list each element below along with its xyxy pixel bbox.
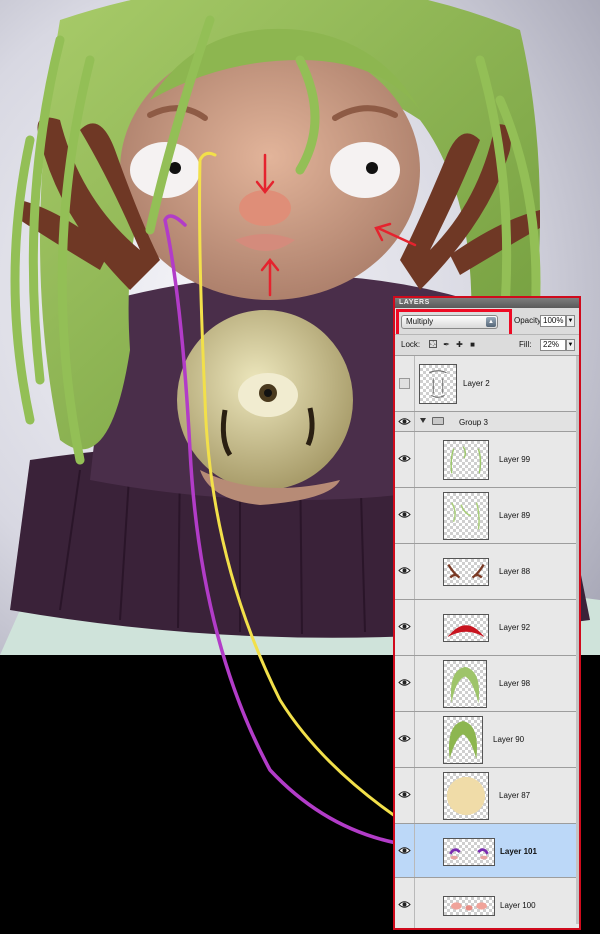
layer-name: Layer 2 <box>463 379 490 388</box>
lock-label: Lock: <box>401 340 421 349</box>
layer-thumbnail <box>443 614 489 642</box>
layer-row[interactable]: Layer 2 <box>395 356 579 412</box>
opacity-input[interactable]: 100% <box>540 315 566 327</box>
layer-group-row[interactable]: Group 3 <box>395 412 579 432</box>
lock-brush-icon[interactable]: ✒ <box>442 340 451 349</box>
layer-row[interactable]: Layer 88 <box>395 544 579 600</box>
blend-mode-highlight <box>396 309 512 337</box>
eye-icon[interactable] <box>398 678 411 687</box>
layer-row[interactable]: Layer 87 <box>395 768 579 824</box>
layer-name: Layer 87 <box>499 791 531 800</box>
layer-name: Layer 99 <box>499 455 531 464</box>
lock-transparency-icon[interactable] <box>429 340 437 348</box>
layer-thumbnail <box>443 492 489 540</box>
eye-icon[interactable] <box>398 454 411 463</box>
layers-panel: LAYERS Multiply ▲ Opacity: 100% ▼ Lock: … <box>393 296 581 930</box>
layer-thumbnail <box>443 660 487 708</box>
layer-thumbnail <box>443 772 489 820</box>
eye-icon[interactable] <box>398 846 411 855</box>
layer-row[interactable]: Layer 89 <box>395 488 579 544</box>
layer-thumbnail <box>443 716 483 764</box>
eye-icon[interactable] <box>398 790 411 799</box>
lock-all-icon[interactable]: ■ <box>468 340 477 349</box>
layer-row[interactable]: Layer 98 <box>395 656 579 712</box>
layer-name: Layer 92 <box>499 623 531 632</box>
lock-fill-row: Lock: ✒ ✚ ■ Fill: 22% ▼ <box>395 334 579 356</box>
visibility-toggle[interactable] <box>399 378 410 389</box>
layer-row[interactable]: Layer 92 <box>395 600 579 656</box>
layers-scrollbar[interactable] <box>576 356 579 924</box>
layer-thumbnail <box>443 558 489 586</box>
layer-name: Layer 89 <box>499 511 531 520</box>
eye-icon[interactable] <box>398 734 411 743</box>
layers-panel-title: LAYERS <box>395 298 579 308</box>
layer-thumbnail <box>443 838 495 866</box>
layer-row[interactable]: Layer 90 <box>395 712 579 768</box>
layer-name: Layer 98 <box>499 679 531 688</box>
lock-move-icon[interactable]: ✚ <box>455 340 464 349</box>
eye-icon[interactable] <box>398 417 411 426</box>
disclosure-triangle-icon[interactable] <box>420 418 426 423</box>
fill-label: Fill: <box>519 340 532 349</box>
layer-thumbnail <box>419 364 457 404</box>
layer-row[interactable]: Layer 99 <box>395 432 579 488</box>
folder-icon <box>432 417 444 425</box>
layer-row[interactable]: Layer 100 <box>395 878 579 928</box>
layer-name: Layer 88 <box>499 567 531 576</box>
layer-name: Layer 101 <box>500 847 537 856</box>
group-name: Group 3 <box>459 418 488 427</box>
layer-thumbnail <box>443 440 489 480</box>
opacity-dropdown-icon[interactable]: ▼ <box>566 315 575 327</box>
eye-icon[interactable] <box>398 900 411 909</box>
blend-opacity-row: Multiply ▲ Opacity: 100% ▼ <box>395 308 579 337</box>
eye-icon[interactable] <box>398 622 411 631</box>
layer-name: Layer 100 <box>500 901 536 910</box>
layer-thumbnail <box>443 896 495 916</box>
layer-row-selected[interactable]: Layer 101 <box>395 824 579 878</box>
fill-dropdown-icon[interactable]: ▼ <box>566 339 575 351</box>
layer-name: Layer 90 <box>493 735 525 744</box>
eye-icon[interactable] <box>398 510 411 519</box>
eye-icon[interactable] <box>398 566 411 575</box>
opacity-label: Opacity: <box>514 316 544 325</box>
fill-input[interactable]: 22% <box>540 339 566 351</box>
